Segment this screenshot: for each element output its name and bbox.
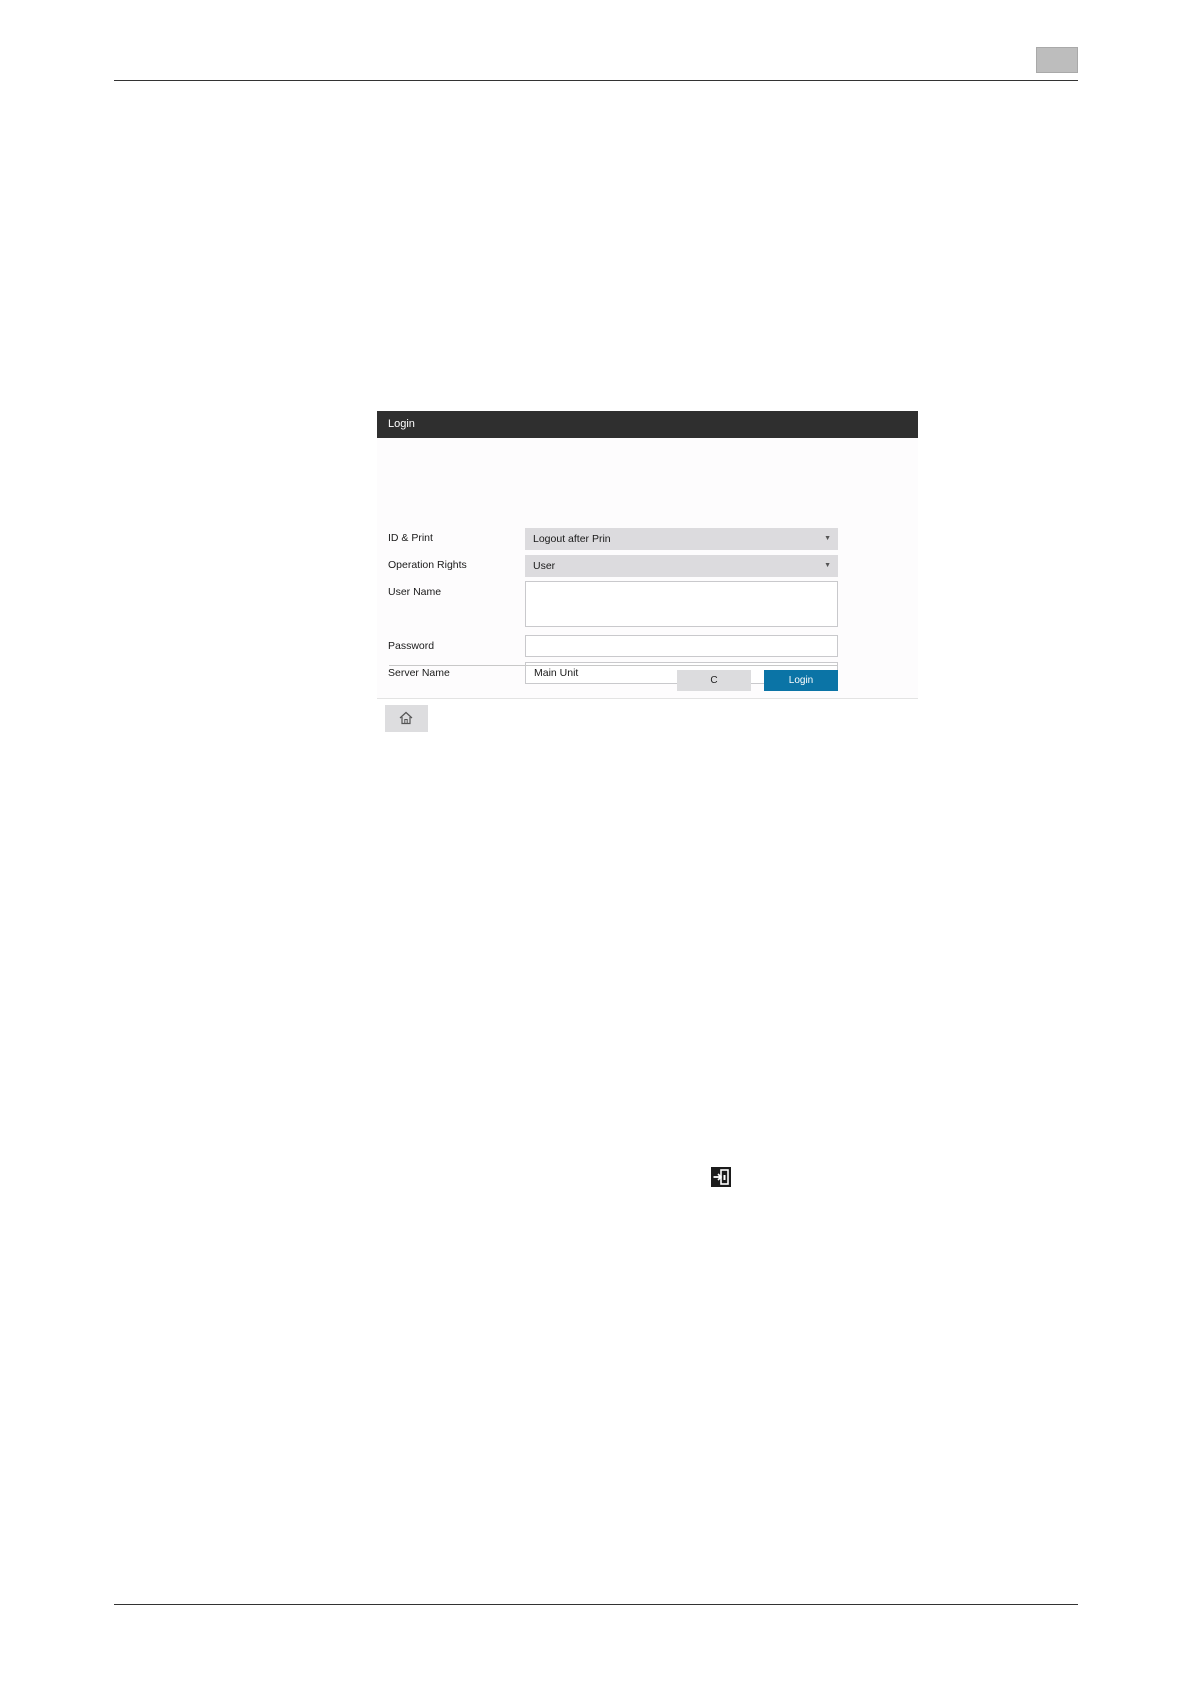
caret-down-icon: ▼ — [824, 562, 831, 569]
id-print-select[interactable]: Logout after Prin ▼ — [525, 528, 838, 550]
screen-title: Login — [377, 411, 918, 438]
login-form-panel: ID & Print Logout after Prin ▼ Operation… — [377, 438, 918, 698]
home-button[interactable] — [385, 705, 428, 732]
id-print-label: ID & Print — [388, 532, 433, 544]
login-button[interactable]: Login — [764, 670, 838, 691]
page-number-tab — [1036, 47, 1078, 73]
footer-rule — [114, 1604, 1078, 1605]
user-name-input[interactable] — [525, 581, 838, 627]
password-label: Password — [388, 640, 435, 652]
id-print-value: Logout after Prin — [533, 533, 611, 545]
operation-rights-select[interactable]: User ▼ — [525, 555, 838, 577]
home-icon — [399, 711, 413, 725]
operation-rights-label: Operation Rights — [388, 559, 467, 571]
bottom-bar — [377, 698, 918, 734]
password-input[interactable] — [525, 635, 838, 657]
user-name-label: User Name — [388, 586, 442, 598]
login-screen: Login ID & Print Logout after Prin ▼ Ope… — [377, 411, 918, 734]
caret-down-icon: ▼ — [824, 535, 831, 542]
access-login-icon — [711, 1167, 731, 1187]
clear-button[interactable]: C — [677, 670, 751, 691]
operation-rights-value: User — [533, 560, 556, 572]
server-name-label: Server Name — [388, 667, 450, 679]
form-divider — [389, 665, 838, 666]
header-rule — [114, 80, 1078, 81]
